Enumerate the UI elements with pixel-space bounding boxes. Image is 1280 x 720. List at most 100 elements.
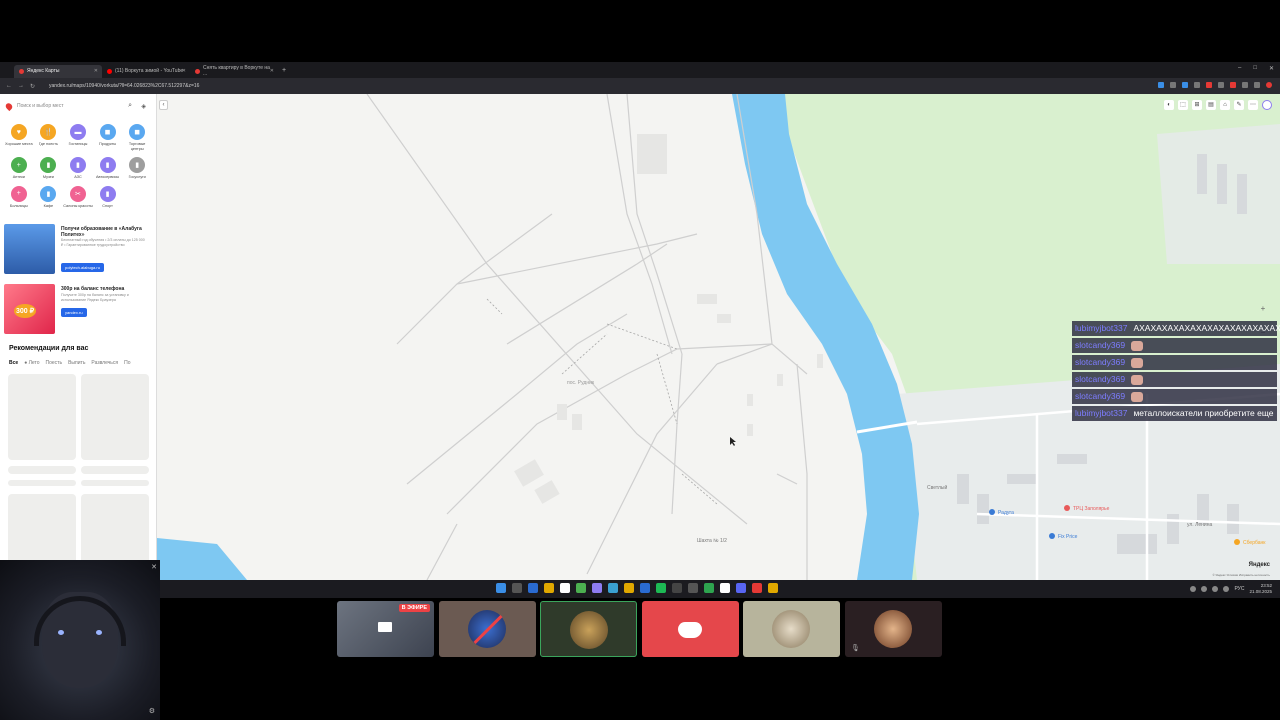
poi-marker[interactable] xyxy=(1049,533,1055,539)
profile-avatar[interactable] xyxy=(1266,82,1272,88)
category-item[interactable]: ▮ АЗС xyxy=(63,157,93,180)
chat-username[interactable]: lubimyjbot337 xyxy=(1075,323,1127,333)
ad-link-button[interactable]: yandex.ru xyxy=(61,308,87,317)
rec-tab-drink[interactable]: Выпить xyxy=(68,360,85,366)
poi-label[interactable]: ТРЦ Заполярье xyxy=(1073,506,1110,512)
category-item[interactable]: ♥ Хорошие места xyxy=(4,124,34,151)
taskbar-app-icon[interactable] xyxy=(576,583,586,593)
profile-icon[interactable] xyxy=(1262,100,1272,110)
panorama-icon[interactable]: ⬚ xyxy=(1178,100,1188,110)
taskbar-app-icon[interactable] xyxy=(592,583,602,593)
taskbar-app-icon[interactable] xyxy=(688,583,698,593)
search-bar[interactable]: Поиск и выбор мест ⌕ ◈ xyxy=(4,100,148,112)
maximize-button[interactable]: □ xyxy=(1253,65,1257,72)
chat-username[interactable]: lubimyjbot337 xyxy=(1075,408,1127,418)
rec-tab-more[interactable]: По xyxy=(124,360,130,366)
back-button[interactable]: ← xyxy=(6,83,12,89)
language-indicator[interactable]: РУС xyxy=(1234,586,1244,592)
category-item[interactable]: 🍴 Где поесть xyxy=(34,124,64,151)
extension-icon[interactable] xyxy=(1170,82,1176,88)
chat-username[interactable]: slotcandy369 xyxy=(1075,340,1125,350)
poi-label[interactable]: Радуга xyxy=(998,510,1014,516)
extension-icon[interactable] xyxy=(1242,82,1248,88)
chat-username[interactable]: slotcandy369 xyxy=(1075,357,1125,367)
taskbar-app-icon[interactable] xyxy=(512,583,522,593)
category-item[interactable]: ▮ Музеи xyxy=(34,157,64,180)
poi-marker[interactable] xyxy=(989,509,995,515)
reload-button[interactable]: ↻ xyxy=(30,83,35,90)
participant-tile[interactable]: 🎙 xyxy=(845,601,942,657)
url-field[interactable]: yandex.ru/maps/10940/vorkuta/?ll=64.0268… xyxy=(49,83,199,89)
category-item[interactable]: ✂ Салоны красоты xyxy=(63,185,93,209)
participant-tile[interactable] xyxy=(439,601,536,657)
participant-tile[interactable] xyxy=(642,601,739,657)
tab-rent-apartment[interactable]: Снять квартиру в Воркуте на ... ✕ xyxy=(190,65,278,78)
poi-label[interactable]: Сбербанк xyxy=(1243,540,1266,546)
category-item[interactable]: + Больницы xyxy=(4,185,34,209)
category-item[interactable]: + Аптеки xyxy=(4,157,34,180)
print-icon[interactable]: ⌂ xyxy=(1220,100,1230,110)
tray-icon[interactable] xyxy=(1201,586,1208,592)
poi-marker[interactable] xyxy=(1064,505,1070,511)
extension-icon[interactable] xyxy=(1158,82,1164,88)
chat-username[interactable]: slotcandy369 xyxy=(1075,391,1125,401)
rec-tab-all[interactable]: Все xyxy=(9,360,18,366)
tab-youtube[interactable]: (11) Воркута зимой - YouTube ✕ xyxy=(102,65,190,78)
search-icon[interactable]: ⌕ xyxy=(128,102,132,110)
ad-link-button[interactable]: polytech.alabuga.ru xyxy=(61,263,104,272)
taskbar-app-icon[interactable] xyxy=(720,583,730,593)
category-item[interactable]: ▮ Спорт xyxy=(93,185,123,209)
participant-tile[interactable] xyxy=(743,601,840,657)
rec-tab-eat[interactable]: Поесть xyxy=(46,360,63,366)
rec-tab-summer[interactable]: ● Лето xyxy=(24,360,39,366)
taskbar-app-icon[interactable] xyxy=(624,583,634,593)
close-tab-icon[interactable]: ✕ xyxy=(270,68,274,74)
taskbar-app-icon[interactable] xyxy=(560,583,570,593)
close-icon[interactable]: ✕ xyxy=(151,563,157,571)
ad-card[interactable]: 300 ₽ 300р на баланс телефона Получите 3… xyxy=(4,284,150,334)
poi-marker[interactable] xyxy=(1234,539,1240,545)
transport-icon[interactable]: ⊞ xyxy=(1192,100,1202,110)
poi-label[interactable]: Fix Price xyxy=(1058,534,1078,540)
extension-icon[interactable] xyxy=(1230,82,1236,88)
new-tab-button[interactable]: + xyxy=(282,67,286,74)
extension-icon[interactable] xyxy=(1194,82,1200,88)
search-input[interactable]: Поиск и выбор мест xyxy=(17,103,64,109)
clock[interactable]: 23:52 21.08.2025 xyxy=(1249,583,1272,595)
forward-button[interactable]: → xyxy=(18,83,24,89)
tab-yandex-maps[interactable]: Яндекс Карты ✕ xyxy=(14,64,102,78)
map-copyright[interactable]: © Яндекс Условия Исправить неточность xyxy=(1212,573,1270,577)
traffic-icon[interactable]: ▤ xyxy=(1206,100,1216,110)
extension-icon[interactable] xyxy=(1218,82,1224,88)
more-icon[interactable]: ⋯ xyxy=(1248,100,1258,110)
screen-share-tile[interactable]: В ЭФИРЕ xyxy=(337,601,434,657)
tray-icon[interactable] xyxy=(1190,586,1197,592)
extension-icon[interactable] xyxy=(1254,82,1260,88)
volume-icon[interactable] xyxy=(1223,586,1230,592)
taskbar-app-icon[interactable] xyxy=(656,583,666,593)
taskbar-app-icon[interactable] xyxy=(528,583,538,593)
chat-username[interactable]: slotcandy369 xyxy=(1075,374,1125,384)
taskbar-app-icon[interactable] xyxy=(736,583,746,593)
category-item[interactable]: ▮ Госуслуги xyxy=(122,157,152,180)
close-tab-icon[interactable]: ✕ xyxy=(94,68,98,74)
taskbar-app-icon[interactable] xyxy=(544,583,554,593)
route-icon[interactable]: ◈ xyxy=(141,103,146,110)
ruler-icon[interactable]: ✎ xyxy=(1234,100,1244,110)
taskbar-app-icon[interactable] xyxy=(496,583,506,593)
close-window-button[interactable]: ✕ xyxy=(1269,65,1274,72)
participant-tile-speaking[interactable] xyxy=(540,601,637,657)
settings-icon[interactable]: ⚙ xyxy=(149,707,155,715)
extension-icon[interactable] xyxy=(1206,82,1212,88)
taskbar-app-icon[interactable] xyxy=(672,583,682,593)
taskbar-app-icon[interactable] xyxy=(608,583,618,593)
taskbar-app-icon[interactable] xyxy=(640,583,650,593)
extension-icon[interactable] xyxy=(1182,82,1188,88)
rec-tab-fun[interactable]: Развлечься xyxy=(91,360,118,366)
wifi-icon[interactable] xyxy=(1212,586,1219,592)
category-item[interactable]: ◼ Торговые центры xyxy=(122,124,152,151)
taskbar-app-icon[interactable] xyxy=(704,583,714,593)
category-item[interactable]: ▬ Гостиницы xyxy=(63,124,93,151)
taskbar-app-icon[interactable] xyxy=(768,583,778,593)
taskbar-app-icon[interactable] xyxy=(752,583,762,593)
